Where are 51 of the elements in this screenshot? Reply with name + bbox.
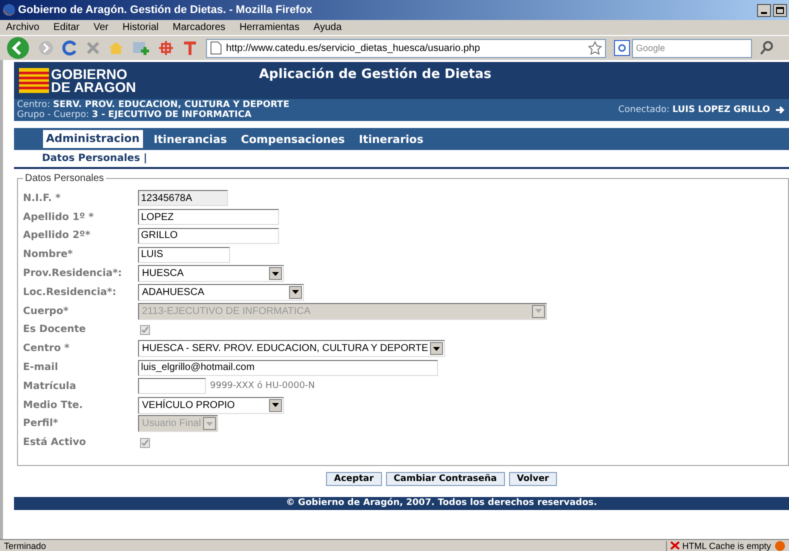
menu-item[interactable]: Editar (53, 20, 80, 35)
centro-text: Centro: SERV. PROV. EDUCACION, CULTURA Y DEPORTE (17, 100, 290, 110)
nav-tab[interactable]: Itinerancias (150, 130, 230, 150)
field-label: Perfil* (23, 417, 60, 432)
field-label: Centro * (23, 342, 71, 356)
field-label: Apellido 2º* (23, 229, 92, 244)
field-label: Es Docente (23, 323, 87, 338)
dropdown[interactable]: VEHÍCULO PROPIO (138, 396, 284, 414)
input-field[interactable]: LUIS (138, 246, 230, 263)
status-text: Terminado (4, 540, 46, 550)
input-field[interactable]: GRILLO (138, 228, 279, 244)
field-label: Prov.Residencia*: (23, 267, 123, 282)
dropdown[interactable]: ADAHUESCA (138, 284, 304, 301)
cache-status: HTML Cache is empty (666, 540, 771, 550)
nav-tab[interactable]: Compensaciones (238, 130, 348, 150)
search-field[interactable]: Google (632, 38, 752, 58)
menu-item[interactable]: Marcadores (172, 20, 226, 35)
fieldset-legend: Datos Personales (23, 171, 106, 186)
field-label: Está Activo (23, 436, 88, 450)
address-field[interactable]: http://www.catedu.es/servicio_dietas_huesca/usuario.php (206, 38, 606, 58)
input-field[interactable]: LOPEZ (138, 209, 279, 226)
menu-item[interactable]: Archivo (6, 20, 40, 35)
field-label: Medio Tte. (23, 398, 84, 413)
form-button[interactable]: Cambiar Contraseña (386, 472, 505, 486)
dropdown[interactable]: HUESCA (138, 265, 284, 282)
grupo-text: Grupo - Cuerpo: 3 - EJECUTIVO DE INFORMATICA (17, 110, 252, 120)
window-title: Gobierno de Aragón. Gestión de Dietas. - Mozilla Firefox (18, 2, 312, 18)
input-field[interactable]: luis_elgrillo@hotmail.com (138, 360, 438, 376)
form-button[interactable]: Aceptar (326, 472, 382, 486)
field-label: E-mail (23, 361, 60, 376)
field-label: Cuerpo* (23, 304, 70, 319)
logo-text: DE ARAGON (51, 80, 136, 94)
app-title: Aplicación de Gestión de Dietas (259, 66, 492, 84)
subnav-link[interactable]: Datos Personales | (42, 151, 148, 166)
field-label: N.I.F. * (23, 192, 62, 206)
menu-item[interactable]: Ver (93, 20, 108, 35)
logo-text: GOBIERNO (51, 68, 128, 80)
copyright-text: © Gobierno de Aragón, 2007. Todos los derechos reservados. (286, 496, 598, 510)
menu-item[interactable]: Ayuda (313, 20, 342, 35)
field-label: Nombre* (23, 248, 74, 262)
dropdown[interactable]: HUESCA - SERV. PROV. EDUCACION, CULTURA Y DEPORTE (138, 340, 446, 358)
connected-user-text: Conectado: LUIS LOPEZ GRILLO (618, 105, 770, 115)
field-label: Apellido 1º * (23, 210, 95, 225)
menu-item[interactable]: Historial (122, 20, 159, 35)
field-label: Loc.Residencia*: (23, 286, 118, 300)
form-button[interactable]: Volver (508, 472, 557, 486)
nav-tab[interactable]: Itinerarios (356, 130, 426, 150)
nav-tab[interactable]: Administracion (43, 130, 143, 150)
field-label: Matrícula (23, 380, 78, 394)
format-hint: 9999-XXX ó HU-0000-N (210, 380, 315, 393)
menu-item[interactable]: Herramientas (239, 20, 300, 35)
